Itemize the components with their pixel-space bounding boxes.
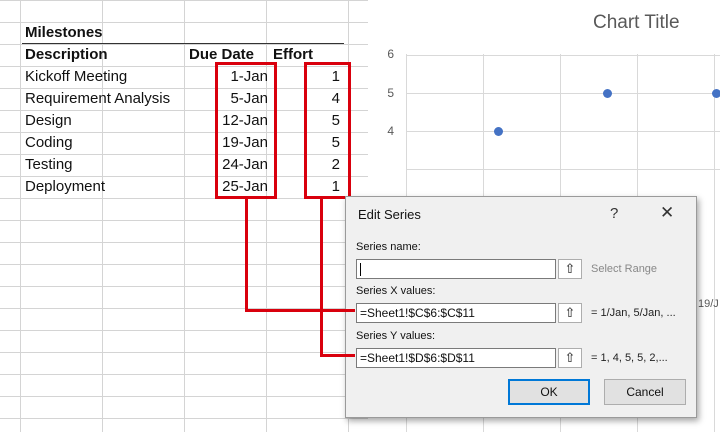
chart-title[interactable]: Chart Title (593, 12, 680, 34)
gridline (406, 93, 720, 94)
header-description: Description (25, 46, 108, 63)
series-x-preview: = 1/Jan, 5/Jan, ... (591, 307, 676, 319)
collapse-dialog-icon[interactable]: ⇧ (558, 303, 582, 323)
y-tick-label: 4 (387, 124, 394, 138)
text-cursor (360, 263, 361, 277)
y-tick-label: 5 (387, 86, 394, 100)
x-connector-vertical (245, 199, 248, 312)
ok-button[interactable]: OK (508, 379, 590, 405)
series-y-preview: = 1, 4, 5, 5, 2,... (591, 352, 668, 364)
series-x-label: Series X values: (356, 285, 436, 297)
series-name-input[interactable] (356, 259, 556, 279)
select-range-hint: Select Range (591, 263, 658, 275)
row-description[interactable]: Design (25, 110, 72, 132)
data-point[interactable] (711, 88, 720, 98)
close-icon[interactable]: ✕ (660, 203, 674, 223)
x-connector-horizontal (245, 309, 355, 312)
collapse-dialog-icon[interactable]: ⇧ (558, 259, 582, 279)
data-point[interactable] (602, 88, 612, 98)
row-description[interactable]: Coding (25, 132, 73, 154)
collapse-dialog-icon[interactable]: ⇧ (558, 348, 582, 368)
series-y-input[interactable]: =Sheet1!$D$6:$D$11 (356, 348, 556, 368)
gridline (406, 55, 720, 56)
row-description[interactable]: Deployment (25, 176, 105, 198)
data-point[interactable] (493, 126, 503, 136)
effort-highlight (304, 62, 351, 199)
section-title: Milestones (25, 24, 103, 41)
series-name-label: Series name: (356, 241, 421, 253)
series-y-label: Series Y values: (356, 330, 436, 342)
x-tick-label: 19/J (698, 298, 719, 310)
series-x-input[interactable]: =Sheet1!$C$6:$C$11 (356, 303, 556, 323)
header-border (22, 43, 344, 44)
row-description[interactable]: Kickoff Meeting (25, 66, 127, 88)
edit-series-dialog[interactable]: Edit Series ? ✕ Series name: ⇧ Select Ra… (345, 196, 697, 418)
gridline (406, 131, 720, 132)
help-icon[interactable]: ? (610, 205, 618, 222)
cancel-button[interactable]: Cancel (604, 379, 686, 405)
gridline (714, 54, 715, 432)
y-tick-label: 6 (387, 47, 394, 61)
row-description[interactable]: Requirement Analysis (25, 88, 170, 110)
y-connector-vertical (320, 199, 323, 357)
row-description[interactable]: Testing (25, 154, 73, 176)
y-connector-horizontal (320, 354, 355, 357)
dialog-title: Edit Series (358, 207, 421, 222)
due-date-highlight (215, 62, 277, 199)
gridline (406, 169, 720, 170)
